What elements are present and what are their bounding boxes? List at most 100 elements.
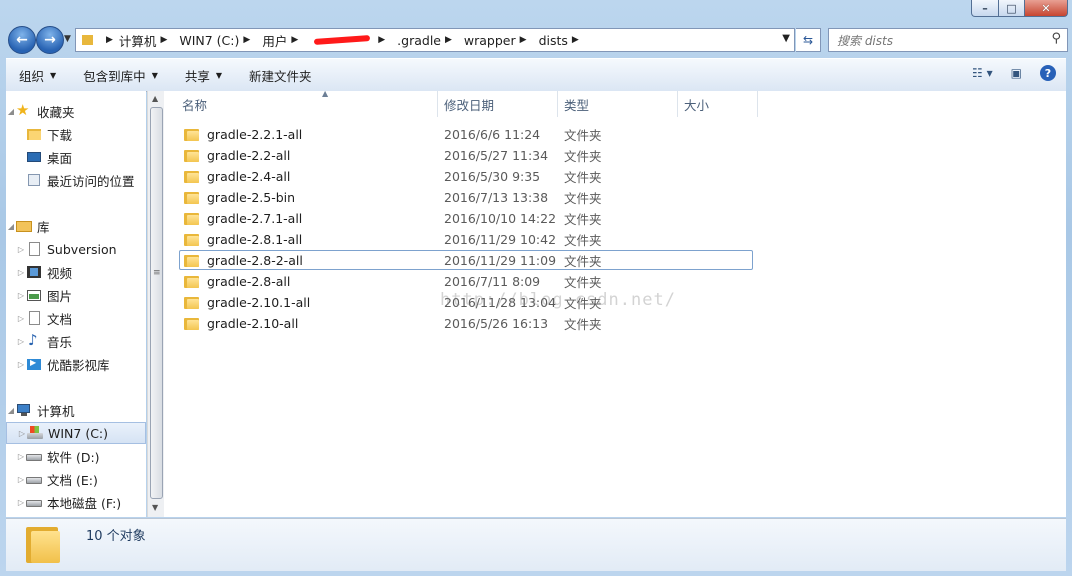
caret-down-icon: ▼ [151,70,158,80]
recent-pages-dropdown[interactable]: ▼ [64,34,71,44]
forward-arrow-icon: → [44,32,56,48]
preview-pane-icon[interactable]: ▣ [1011,66,1022,80]
file-row[interactable]: gradle-2.4-all 2016/5/30 9:35 文件夹 [180,166,754,186]
column-divider[interactable] [677,91,678,117]
file-row[interactable]: gradle-2.7.1-all 2016/10/10 14:22 文件夹 [180,208,754,228]
refresh-icon: ⇆ [802,33,814,47]
breadcrumb-dists[interactable]: dists ▶ [539,33,585,48]
document-icon [26,311,42,325]
file-row[interactable]: gradle-2.10-all 2016/5/26 16:13 文件夹 [180,313,754,333]
column-header-type[interactable]: 类型 [564,91,589,117]
windows-drive-icon [27,426,43,440]
hard-drive-icon [26,495,42,509]
chevron-right-icon[interactable]: ▶ [106,35,113,45]
nav-item-drive-e[interactable]: ▷ 文档 (E:) [6,468,146,490]
nav-item-desktop[interactable]: 桌面 [6,146,146,168]
hard-drive-icon [26,449,42,463]
scroll-up-icon[interactable]: ▲ [152,94,158,103]
explorer-window: – □ ✕ ← → ▼ ▶ 计算机 ▶ WIN7 (C:) ▶ 用户 ▶ ▶ .gra… [0,0,1072,576]
nav-item-music[interactable]: ▷音乐 [6,330,146,352]
help-icon[interactable]: ? [1040,65,1056,81]
breadcrumb-wrapper[interactable]: wrapper ▶ [464,33,533,48]
folder-icon [184,295,200,309]
new-folder-button[interactable]: 新建文件夹 [249,66,312,85]
minimize-button[interactable]: – [971,0,999,17]
column-header-date[interactable]: 修改日期 [444,91,494,117]
back-arrow-icon: ← [16,32,28,48]
nav-computer[interactable]: ◢ 计算机 [6,399,146,421]
file-row[interactable]: gradle-2.5-bin 2016/7/13 13:38 文件夹 [180,187,754,207]
folder-icon [184,232,200,246]
minimize-icon: – [982,1,988,15]
download-folder-icon [26,127,42,141]
youku-library-icon [26,357,42,371]
nav-item-youku[interactable]: ▷优酷影视库 [6,353,146,375]
search-input[interactable] [835,31,1039,51]
back-button[interactable]: ← [8,26,36,54]
caret-down-icon: ▼ [215,70,223,80]
file-row-focused[interactable]: gradle-2.8-2-all 2016/11/29 11:09 文件夹 [179,250,753,270]
nav-item-drive-f[interactable]: ▷ 本地磁盘 (F:) [6,491,146,513]
column-header-name[interactable]: 名称 ▲ [182,89,328,117]
breadcrumb-drive[interactable]: WIN7 (C:) ▶ [179,33,256,48]
redaction-mark [314,35,371,45]
close-icon: ✕ [1041,1,1051,15]
file-row[interactable]: gradle-2.8.1-all 2016/11/29 10:42 文件夹 [180,229,754,249]
include-in-library-menu[interactable]: 包含到库中 ▼ [83,66,158,85]
nav-libraries[interactable]: ◢ 库 [6,215,146,237]
folder-icon [82,34,94,46]
address-history-dropdown[interactable]: ▼ [782,33,790,44]
folder-icon [184,190,200,204]
folder-icon [184,127,200,141]
window-controls: – □ ✕ [971,0,1068,18]
hard-drive-icon [26,472,42,486]
file-row[interactable]: gradle-2.2.1-all 2016/6/6 11:24 文件夹 [180,124,754,144]
organize-menu[interactable]: 组织 ▼ [19,66,56,85]
file-row[interactable]: gradle-2.8-all 2016/7/11 8:09 文件夹 [180,271,754,291]
nav-item-subversion[interactable]: ▷ Subversion [6,238,146,260]
refresh-button[interactable]: ⇆ [796,28,821,52]
nav-item-downloads[interactable]: 下载 [6,123,146,145]
video-library-icon [26,265,42,279]
recent-places-icon [26,173,42,187]
column-divider[interactable] [437,91,438,117]
nav-pane-scrollbar[interactable]: ▲ ≡ ▼ [147,91,164,517]
maximize-icon: □ [1006,1,1017,15]
library-icon [16,219,32,233]
column-header-size[interactable]: 大小 [684,91,709,117]
address-bar[interactable]: ▶ 计算机 ▶ WIN7 (C:) ▶ 用户 ▶ ▶ .gradle ▶ wrapper… [75,28,795,52]
nav-favorites[interactable]: ◢收藏夹 [6,100,146,122]
folder-icon [184,169,200,183]
search-box[interactable]: ⚲ [828,28,1068,52]
nav-item-drive-c[interactable]: ▷ WIN7 (C:) [6,422,146,444]
nav-item-documents[interactable]: ▷ 文档 [6,307,146,329]
folder-icon [184,316,200,330]
column-divider[interactable] [557,91,558,117]
share-menu[interactable]: 共享 ▼ [185,66,222,85]
breadcrumb-gradle[interactable]: .gradle ▶ [397,33,458,48]
breadcrumb-computer[interactable]: 计算机 ▶ [119,31,173,50]
music-icon [26,331,42,349]
view-options-icon[interactable]: ☷ ▾ [972,66,993,80]
close-button[interactable]: ✕ [1025,0,1068,17]
nav-item-drive-d[interactable]: ▷ 软件 (D:) [6,445,146,467]
scroll-down-icon[interactable]: ▼ [152,503,158,512]
file-row[interactable]: gradle-2.2-all 2016/5/27 11:34 文件夹 [180,145,754,165]
caret-down-icon: ▼ [50,70,57,80]
nav-item-pictures[interactable]: ▷ 图片 [6,284,146,306]
nav-item-recent[interactable]: 最近访问的位置 [6,169,146,191]
toolbar-right: ☷ ▾ ▣ ? [972,65,1056,81]
nav-item-videos[interactable]: ▷ 视频 [6,261,146,283]
maximize-button[interactable]: □ [999,0,1025,17]
breadcrumb-user-redacted[interactable]: ▶ [310,35,391,45]
navigation-pane: ◢收藏夹 下载 桌面 最近访问的位置 ◢库 ▷Subversion ▷视频 ▷图… [6,91,146,517]
item-count: 10 个对象 [86,529,146,544]
breadcrumb-users[interactable]: 用户 ▶ [262,31,304,50]
folder-icon [184,148,200,162]
file-row[interactable]: gradle-2.10.1-all 2016/11/28 13:04 文件夹 [180,292,754,312]
file-list-pane: 名称 ▲ 修改日期 类型 大小 gradle-2.2.1-all 2016/6/6 … [164,89,1066,517]
forward-button[interactable]: → [36,26,64,54]
column-divider[interactable] [757,91,758,117]
scrollbar-thumb[interactable] [150,107,163,499]
search-icon[interactable]: ⚲ [1051,31,1061,46]
